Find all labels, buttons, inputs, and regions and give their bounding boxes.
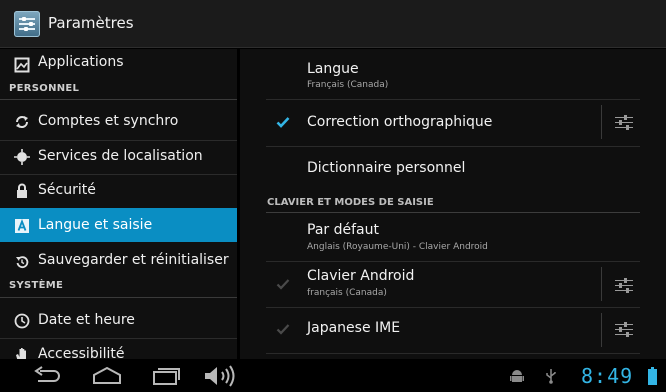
sidebar-item-applications[interactable]: Applications (0, 49, 237, 81)
android-keyboard-checkbox[interactable] (276, 277, 290, 291)
page-title: Paramètres (48, 14, 134, 32)
japanese-ime-settings-icon[interactable] (615, 322, 633, 337)
backup-icon (14, 254, 30, 270)
separator (601, 105, 602, 139)
language-setting[interactable]: Langue Français (Canada) (266, 49, 656, 95)
home-icon[interactable] (90, 365, 124, 387)
sidebar-item-accounts-sync[interactable]: Comptes et synchro (0, 106, 237, 138)
lock-icon (14, 183, 30, 199)
personal-dictionary-setting[interactable]: Dictionnaire personnel (266, 147, 656, 189)
setting-summary: Anglais (Royaume-Uni) - Clavier Android (307, 242, 488, 252)
clock-icon (14, 313, 30, 329)
sidebar-item-label: Accessibilité (38, 346, 125, 359)
setting-title: Langue (307, 61, 359, 77)
sync-icon (14, 114, 30, 130)
section-divider (266, 212, 640, 213)
keyboard-section-header: CLAVIER ET MODES DE SAISIE (267, 197, 434, 208)
spellcheck-setting[interactable]: Correction orthographique (266, 101, 656, 145)
usb-icon (546, 369, 556, 384)
recent-apps-icon[interactable] (150, 365, 182, 387)
separator (601, 313, 602, 347)
sidebar-item-backup-reset[interactable]: Sauvegarder et réinitialiser (0, 246, 237, 278)
section-divider (0, 297, 237, 298)
sidebar-item-label: Applications (38, 54, 124, 70)
setting-title: Japanese IME (307, 320, 401, 336)
action-bar: Paramètres (0, 0, 666, 48)
system-bar: 8:49 (0, 359, 666, 392)
setting-summary: Français (Canada) (307, 80, 389, 90)
sidebar-item-accessibility[interactable]: Accessibilité (0, 339, 237, 359)
settings-sidebar: Applications PERSONNEL Comptes et synchr… (0, 49, 237, 359)
sidebar-item-label: Comptes et synchro (38, 113, 179, 129)
volume-icon[interactable] (202, 365, 238, 387)
language-input-pane: Langue Français (Canada) Correction orth… (240, 49, 666, 359)
section-divider (0, 99, 237, 100)
default-ime-setting[interactable]: Par défaut Anglais (Royaume-Uni) - Clavi… (266, 215, 656, 261)
sidebar-item-label: Langue et saisie (38, 217, 153, 233)
sidebar-item-date-time[interactable]: Date et heure (0, 305, 237, 337)
back-icon[interactable] (30, 365, 64, 387)
status-clock: 8:49 (581, 364, 634, 388)
android-keyboard-setting[interactable]: Clavier Android français (Canada) (266, 262, 656, 306)
sidebar-section-header: SYSTÈME (9, 280, 64, 291)
sidebar-item-label: Sauvegarder et réinitialiser (38, 252, 229, 268)
setting-title: Correction orthographique (307, 114, 493, 130)
setting-title: Dictionnaire personnel (307, 160, 466, 176)
sidebar-item-location[interactable]: Services de localisation (0, 141, 237, 173)
android-keyboard-settings-icon[interactable] (615, 278, 633, 293)
settings-icon[interactable] (14, 11, 40, 37)
android-debug-icon (510, 370, 524, 382)
divider (266, 353, 640, 354)
setting-title: Clavier Android (307, 268, 415, 284)
language-icon (14, 218, 30, 234)
setting-summary: français (Canada) (307, 288, 387, 298)
setting-title: Par défaut (307, 222, 379, 238)
hand-icon (14, 347, 30, 359)
sidebar-item-label: Services de localisation (38, 148, 203, 164)
sidebar-section-header: PERSONNEL (9, 83, 80, 94)
japanese-ime-setting[interactable]: Japanese IME (266, 308, 656, 352)
japanese-ime-checkbox[interactable] (276, 322, 290, 336)
apps-icon (14, 57, 30, 73)
spellcheck-checkbox[interactable] (276, 115, 290, 129)
sidebar-item-language-input[interactable]: Langue et saisie (0, 208, 237, 242)
battery-icon (648, 367, 657, 385)
separator (601, 267, 602, 301)
spellcheck-settings-icon[interactable] (615, 115, 633, 130)
sidebar-item-security[interactable]: Sécurité (0, 175, 237, 207)
sidebar-item-label: Date et heure (38, 312, 135, 328)
location-icon (14, 149, 30, 165)
sidebar-item-label: Sécurité (38, 182, 96, 198)
divider (266, 99, 640, 100)
